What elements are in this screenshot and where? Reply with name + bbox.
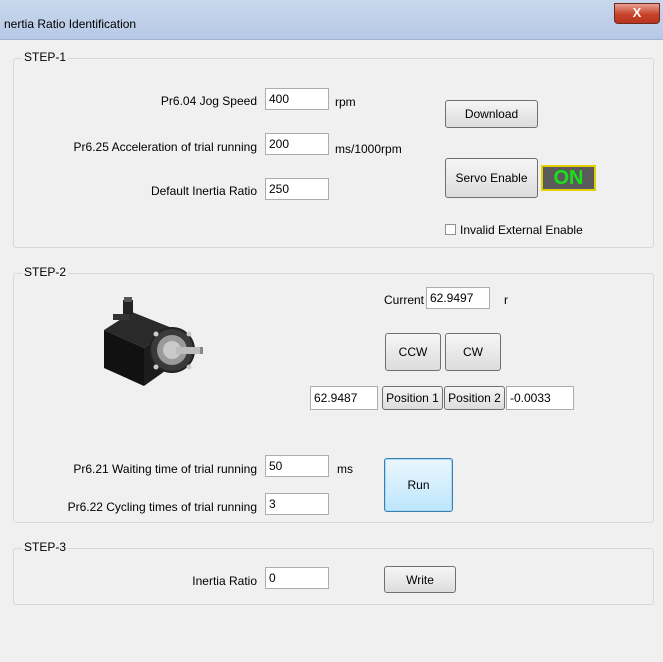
step3-group: STEP-3 [13,540,654,605]
jog-speed-unit: rpm [335,95,356,109]
jog-speed-label: Pr6.04 Jog Speed [160,94,257,108]
servo-status-indicator: ON [541,165,596,191]
cycling-times-input[interactable]: 3 [265,493,329,515]
jog-speed-input[interactable]: 400 [265,88,329,110]
servo-motor-icon [104,297,203,386]
accel-unit: ms/1000rpm [335,142,402,156]
step1-label: STEP-1 [22,50,69,64]
position2-value: -0.0033 [506,386,574,410]
close-button[interactable]: X [614,3,660,24]
invalid-external-enable-label: Invalid External Enable [460,223,583,237]
step2-label: STEP-2 [22,265,69,279]
step3-label: STEP-3 [22,540,69,554]
current-unit: r [504,293,508,307]
default-inertia-input[interactable]: 250 [265,178,329,200]
default-inertia-label: Default Inertia Ratio [150,184,257,198]
waiting-time-input[interactable]: 50 [265,455,329,477]
close-icon: X [632,5,642,20]
current-value: 62.9497 [426,287,490,309]
servo-enable-button[interactable]: Servo Enable [445,158,538,198]
ccw-button[interactable]: CCW [385,333,441,371]
position1-value: 62.9487 [310,386,378,410]
inertia-ratio-label: Inertia Ratio [192,574,257,588]
window-title: nertia Ratio Identification [4,17,137,31]
accel-label: Pr6.25 Acceleration of trial running [73,140,257,154]
waiting-time-label: Pr6.21 Waiting time of trial running [73,462,257,476]
write-button[interactable]: Write [384,566,456,593]
cycling-times-label: Pr6.22 Cycling times of trial running [67,500,257,514]
position1-button[interactable]: Position 1 [382,386,443,410]
accel-input[interactable]: 200 [265,133,329,155]
cw-button[interactable]: CW [445,333,501,371]
current-label: Current [384,293,425,307]
position2-button[interactable]: Position 2 [444,386,505,410]
invalid-external-enable-checkbox[interactable] [445,224,456,235]
inertia-ratio-input[interactable]: 0 [265,567,329,589]
download-button[interactable]: Download [445,100,538,128]
waiting-time-unit: ms [337,462,353,476]
run-button[interactable]: Run [384,458,453,512]
title-bar: nertia Ratio Identification X [0,0,663,40]
